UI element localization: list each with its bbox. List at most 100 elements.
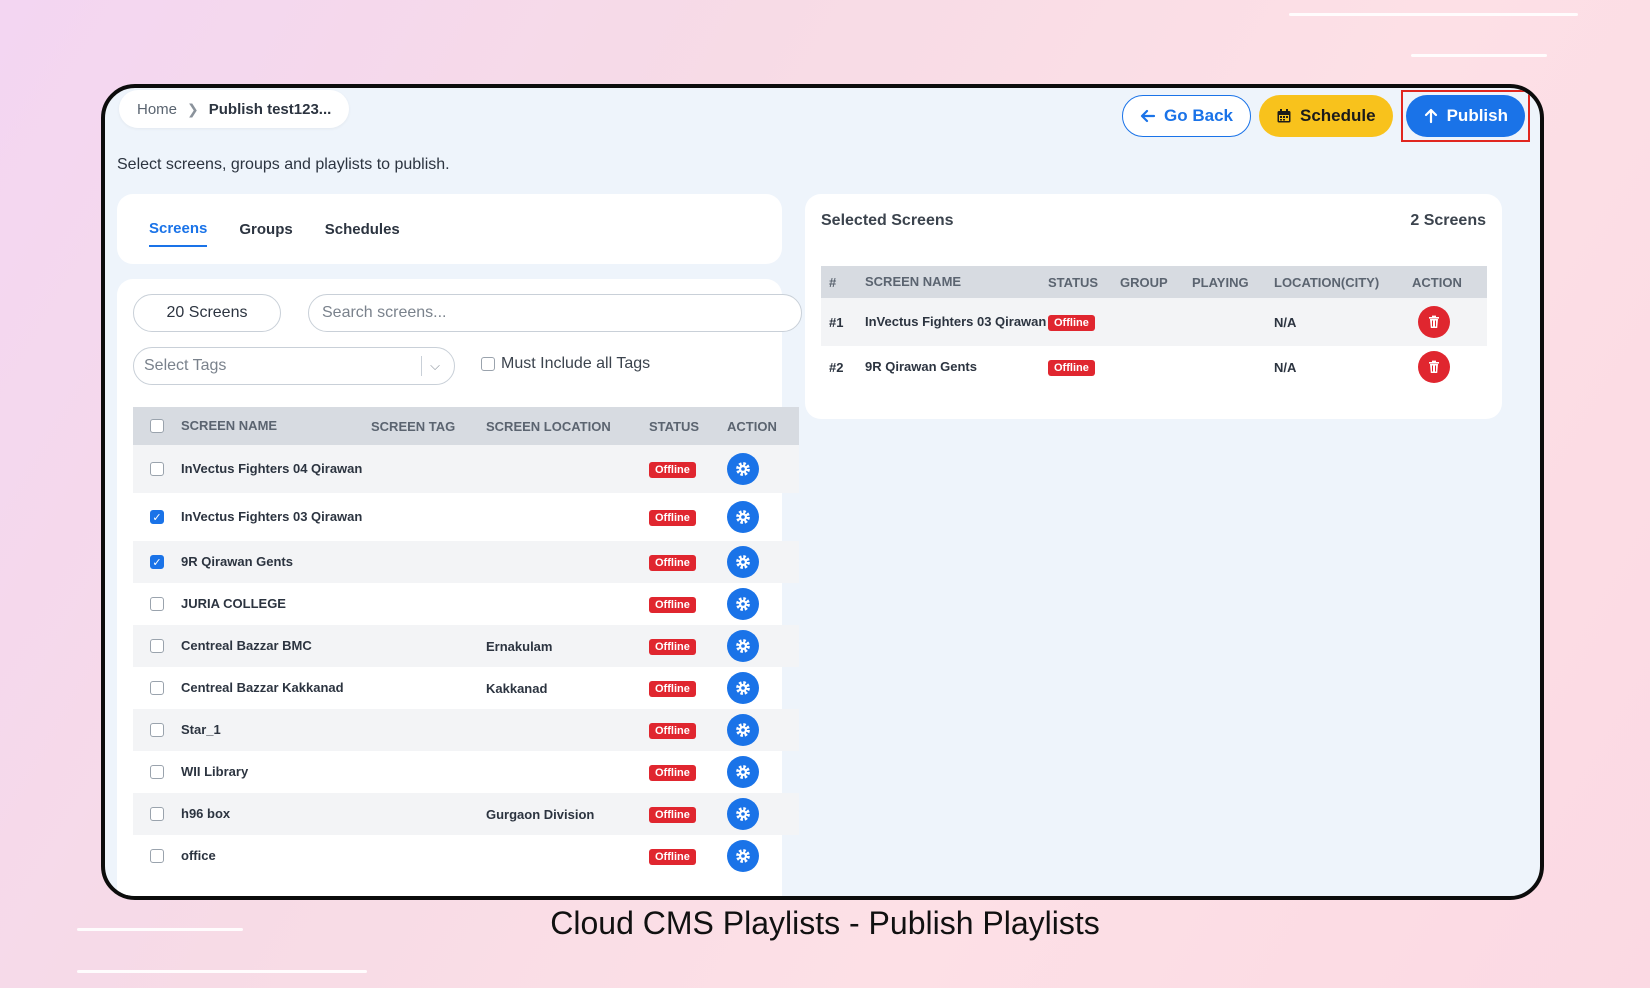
screen-name: Centreal Bazzar BMC [181, 638, 312, 653]
breadcrumb-home[interactable]: Home [137, 101, 177, 118]
breadcrumb-current: Publish test123... [208, 100, 332, 118]
action-cell [727, 672, 787, 704]
gear-icon[interactable] [727, 756, 759, 788]
screen-name: InVectus Fighters 03 Qirawan [865, 314, 1047, 329]
row-checkbox[interactable] [150, 462, 164, 476]
tab-screens[interactable]: Screens [149, 212, 208, 247]
gear-icon[interactable] [727, 840, 759, 872]
trash-icon[interactable] [1418, 306, 1450, 338]
decorative-line [1289, 13, 1578, 16]
gear-icon[interactable] [727, 501, 759, 533]
decorative-line [77, 970, 367, 973]
screen-name: InVectus Fighters 04 Qirawan [181, 461, 363, 476]
must-include-checkbox[interactable] [481, 357, 495, 371]
tags-select[interactable]: Select Tags ⌵ [133, 347, 455, 385]
action-cell [1412, 306, 1472, 338]
publish-button[interactable]: Publish [1405, 95, 1525, 137]
row-checkbox[interactable]: ✓ [150, 510, 164, 524]
selected-screens-count: 2 Screens [1410, 212, 1486, 229]
screen-name: InVectus Fighters 03 Qirawan [181, 509, 363, 524]
status-badge: Offline [649, 509, 696, 526]
selected-screens-title: Selected Screens [821, 212, 954, 229]
row-checkbox-cell [133, 849, 181, 863]
selected-table-header: # SCREEN NAME STATUS GROUP PLAYING LOCAT… [821, 266, 1487, 298]
tab-groups[interactable]: Groups [239, 213, 292, 246]
arrow-up-icon [1424, 108, 1437, 124]
status-badge: Offline [1048, 314, 1095, 331]
page-subtitle: Select screens, groups and playlists to … [117, 156, 450, 173]
chevron-down-icon: ⌵ [430, 358, 440, 373]
screen-name: h96 box [181, 806, 231, 821]
search-input[interactable] [308, 294, 802, 332]
selected-table-body: #1 InVectus Fighters 03 Qirawan Offline N/A… [821, 298, 1487, 388]
table-row: WII Library Offline [133, 751, 799, 793]
gear-icon[interactable] [727, 630, 759, 662]
row-checkbox[interactable] [150, 597, 164, 611]
row-checkbox[interactable] [150, 765, 164, 779]
status-badge: Offline [649, 764, 696, 781]
gear-icon[interactable] [727, 672, 759, 704]
status-badge: Offline [649, 554, 696, 571]
select-all-checkbox[interactable] [150, 419, 164, 433]
go-back-button[interactable]: Go Back [1122, 95, 1251, 137]
status-cell: Offline [649, 554, 727, 571]
screen-name: 9R Qirawan Gents [181, 554, 293, 569]
status-cell: Offline [649, 722, 727, 739]
must-include-all-tags: Must Include all Tags [481, 355, 650, 373]
col-screen-location: SCREEN LOCATION [486, 418, 611, 434]
selected-table-row: #2 9R Qirawan Gents Offline N/A [821, 346, 1487, 388]
table-row: Star_1 Offline [133, 709, 799, 751]
gear-icon[interactable] [727, 798, 759, 830]
selected-table-row: #1 InVectus Fighters 03 Qirawan Offline N/A [821, 298, 1487, 346]
row-checkbox-cell [133, 597, 181, 611]
screen-location: Kakkanad [486, 680, 548, 696]
row-checkbox[interactable] [150, 807, 164, 821]
action-cell [727, 501, 787, 533]
status-cell: Offline [649, 461, 727, 478]
status-cell: Offline [1048, 359, 1120, 376]
chevron-right-icon: ❯ [187, 100, 199, 117]
status-badge: Offline [649, 848, 696, 865]
table-row: ✓ 9R Qirawan Gents Offline [133, 541, 799, 583]
action-cell [727, 798, 787, 830]
trash-icon[interactable] [1418, 351, 1450, 383]
selected-screens-table: # SCREEN NAME STATUS GROUP PLAYING LOCAT… [821, 266, 1487, 388]
gear-icon[interactable] [727, 546, 759, 578]
row-checkbox-cell: ✓ [133, 555, 181, 569]
status-cell: Offline [649, 509, 727, 526]
screen-name: Star_1 [181, 722, 221, 737]
action-cell [727, 756, 787, 788]
screen-name: WII Library [181, 764, 249, 779]
status-cell: Offline [649, 680, 727, 697]
row-checkbox[interactable] [150, 639, 164, 653]
page-caption: Cloud CMS Playlists - Publish Playlists [550, 905, 1100, 941]
col-action: ACTION [1412, 274, 1462, 290]
row-checkbox[interactable]: ✓ [150, 555, 164, 569]
row-checkbox-cell [133, 681, 181, 695]
col-screen-name: SCREEN NAME [181, 418, 278, 433]
row-checkbox-cell [133, 765, 181, 779]
decorative-line [1411, 54, 1547, 57]
row-checkbox-cell [133, 807, 181, 821]
status-badge: Offline [649, 596, 696, 613]
schedule-button[interactable]: Schedule [1259, 95, 1393, 137]
row-checkbox[interactable] [150, 849, 164, 863]
gear-icon[interactable] [727, 453, 759, 485]
selected-screens-card: Selected Screens 2 Screens # SCREEN NAME… [805, 194, 1502, 419]
row-checkbox-cell [133, 723, 181, 737]
gear-icon[interactable] [727, 714, 759, 746]
action-cell [727, 588, 787, 620]
col-screen-name: SCREEN NAME [865, 274, 962, 289]
top-actions: Go Back Schedule Publish [1122, 90, 1530, 142]
tab-schedules[interactable]: Schedules [325, 213, 400, 246]
arrow-left-icon [1140, 109, 1156, 123]
gear-icon[interactable] [727, 588, 759, 620]
screen-name: office [181, 848, 216, 863]
table-row: office Offline [133, 835, 799, 877]
status-cell: Offline [649, 638, 727, 655]
row-checkbox-cell: ✓ [133, 510, 181, 524]
row-checkbox[interactable] [150, 681, 164, 695]
tags-select-placeholder: Select Tags [144, 357, 227, 374]
action-cell [727, 840, 787, 872]
row-checkbox[interactable] [150, 723, 164, 737]
